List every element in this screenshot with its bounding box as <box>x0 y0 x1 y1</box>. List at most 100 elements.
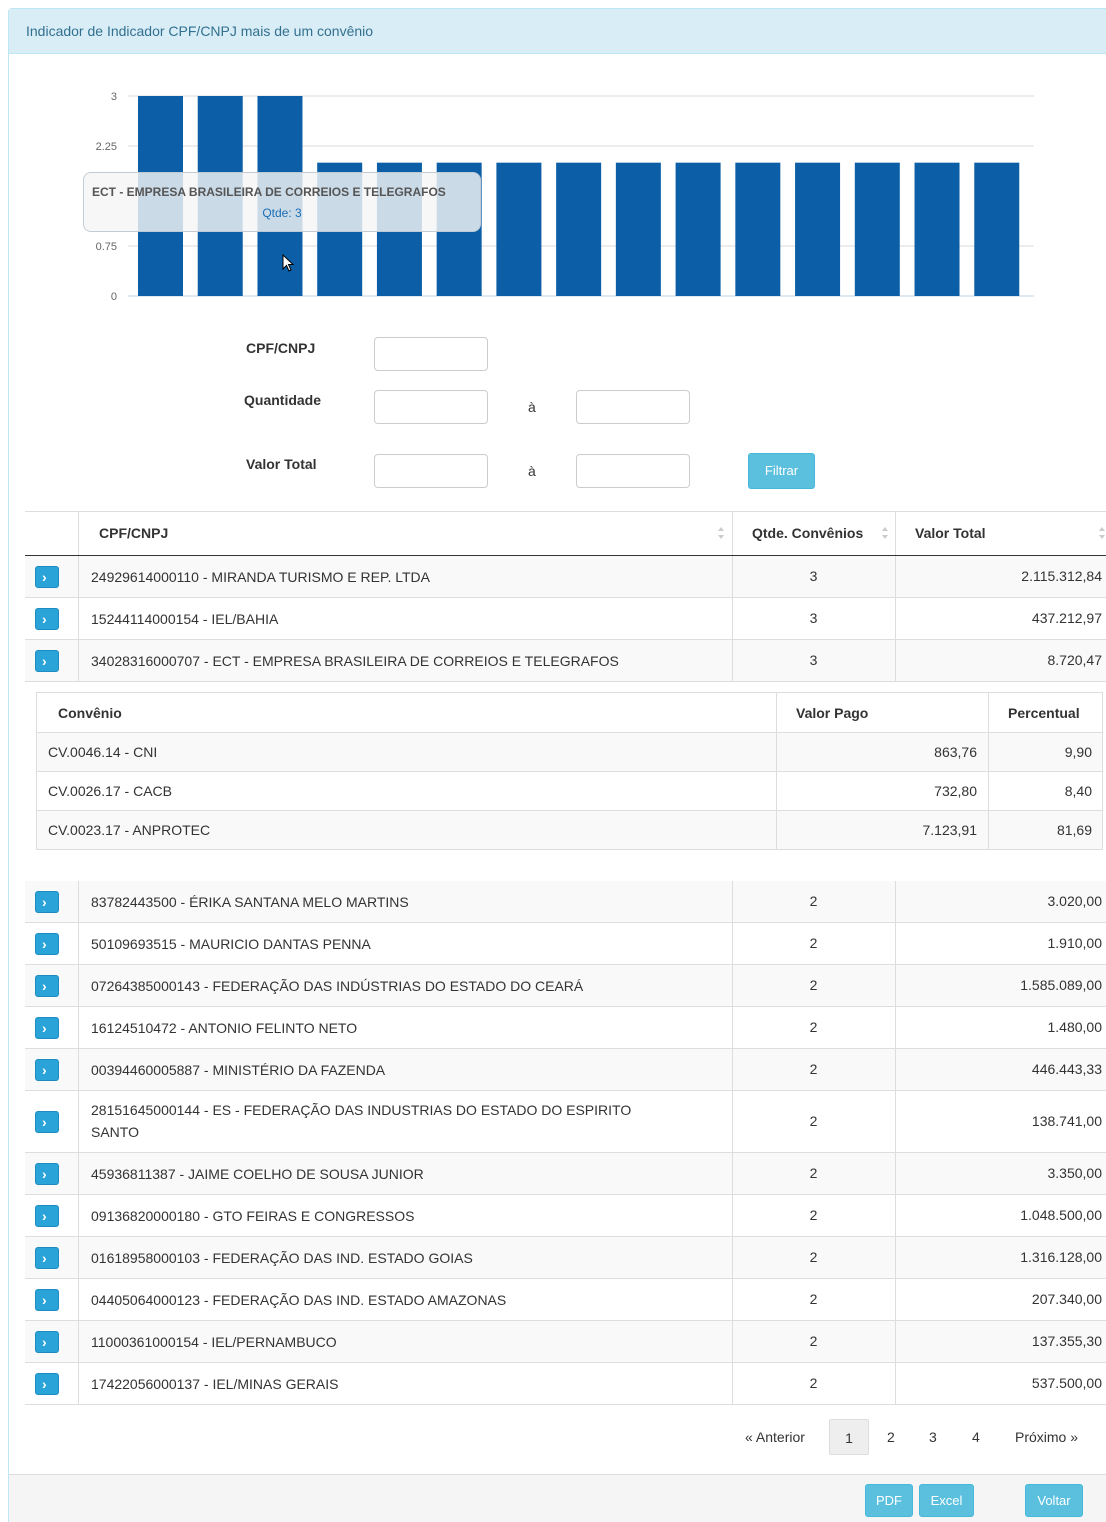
y-tick-label: 0 <box>111 291 117 303</box>
chart-tooltip: ECT - EMPRESA BRASILEIRA DE CORREIOS E T… <box>83 172 481 232</box>
row-cpf-name: 07264385000143 - FEDERAÇÃO DAS INDÚSTRIA… <box>91 978 584 994</box>
expand-row-button[interactable]: › <box>35 1163 59 1185</box>
detail-convenio: CV.0023.17 - ANPROTEC <box>48 822 211 838</box>
chart-bar[interactable] <box>795 162 841 296</box>
detail-table: Convênio Valor Pago Percentual CV.0046.1… <box>36 692 1103 850</box>
pdf-button[interactable]: PDF <box>865 1484 913 1517</box>
pagination-page-2[interactable]: 2 <box>887 1419 895 1455</box>
tooltip-title: ECT - EMPRESA BRASILEIRA DE CORREIOS E T… <box>92 185 446 199</box>
table-row: › 04405064000123 - FEDERAÇÃO DAS IND. EST… <box>25 1279 1106 1321</box>
chart-bar[interactable] <box>974 162 1020 296</box>
row-cpf-name: 83782443500 - ÉRIKA SANTANA MELO MARTINS <box>91 894 409 910</box>
tooltip-value: Qtde: 3 <box>262 206 302 220</box>
row-valor: 1.585.089,00 <box>1020 977 1102 993</box>
excel-button[interactable]: Excel <box>919 1484 974 1517</box>
row-valor: 8.720,47 <box>1047 652 1103 668</box>
row-cpf-name: 17422056000137 - IEL/MINAS GERAIS <box>91 1376 339 1392</box>
valor-min-input[interactable] <box>374 454 488 488</box>
sort-icon[interactable] <box>881 526 889 540</box>
row-cpf-name: 16124510472 - ANTONIO FELINTO NETO <box>91 1020 358 1036</box>
pagination-page-4[interactable]: 4 <box>972 1419 980 1455</box>
qtd-max-input[interactable] <box>576 390 690 424</box>
chart-bar[interactable] <box>854 162 900 296</box>
sort-icon[interactable] <box>1098 526 1106 540</box>
detail-header-convenio: Convênio <box>58 705 122 721</box>
qtd-filter-label: Quantidade <box>244 392 322 408</box>
valor-filter-label: Valor Total <box>246 456 317 472</box>
pagination-page-3[interactable]: 3 <box>929 1419 937 1455</box>
row-valor: 1.316.128,00 <box>1020 1249 1102 1265</box>
pagination-prev[interactable]: « Anterior <box>745 1419 805 1455</box>
detail-percentual: 8,40 <box>1064 783 1092 799</box>
mouse-cursor-icon <box>282 254 295 272</box>
row-qtd: 3 <box>809 610 818 626</box>
chart-bar[interactable] <box>675 162 721 296</box>
row-qtd: 2 <box>809 977 818 993</box>
row-cpf-name: 28151645000144 - ES - FEDERAÇÃO DAS INDU… <box>91 1102 632 1118</box>
table-row: › 24929614000110 - MIRANDA TURISMO E REP.… <box>25 556 1106 598</box>
table-row: › 15244114000154 - IEL/BAHIA 3 437.212,97 <box>25 598 1106 640</box>
detail-percentual: 81,69 <box>1056 822 1092 838</box>
expand-row-button[interactable]: › <box>35 1289 59 1311</box>
expand-row-button[interactable]: › <box>35 1247 59 1269</box>
chevron-right-icon: › <box>42 1020 47 1036</box>
chart-bar[interactable] <box>735 162 781 296</box>
row-valor: 1.480,00 <box>1047 1019 1103 1035</box>
row-valor: 3.350,00 <box>1047 1165 1103 1181</box>
chart-bar[interactable] <box>496 162 542 296</box>
header-cpf[interactable]: CPF/CNPJ <box>99 525 168 541</box>
expand-row-button[interactable]: › <box>35 1205 59 1227</box>
detail-convenio: CV.0026.17 - CACB <box>48 783 172 799</box>
row-valor: 446.443,33 <box>1031 1061 1102 1077</box>
chart-bar[interactable] <box>914 162 960 296</box>
detail-percentual: 9,90 <box>1064 744 1092 760</box>
header-valor[interactable]: Valor Total <box>915 525 986 541</box>
chevron-right-icon: › <box>42 569 47 585</box>
expand-row-button[interactable]: › <box>35 1373 59 1395</box>
chart-bar[interactable] <box>556 162 602 296</box>
chevron-right-icon: › <box>42 894 47 910</box>
voltar-button[interactable]: Voltar <box>1025 1484 1083 1517</box>
row-qtd: 2 <box>809 1333 818 1349</box>
expand-row-button[interactable]: › <box>35 891 59 913</box>
detail-valor-pago: 7.123,91 <box>922 822 978 838</box>
chevron-right-icon: › <box>42 1114 47 1130</box>
expand-row-button[interactable]: › <box>35 1017 59 1039</box>
table-row: › 00394460005887 - MINISTÉRIO DA FAZENDA 2… <box>25 1049 1106 1091</box>
chevron-right-icon: › <box>42 936 47 952</box>
expand-row-button[interactable]: › <box>35 975 59 997</box>
expand-row-button[interactable]: › <box>35 566 59 588</box>
chart-bar[interactable] <box>615 162 661 296</box>
row-valor: 437.212,97 <box>1031 610 1102 626</box>
row-cpf-name-cont: SANTO <box>91 1124 139 1140</box>
filter-button[interactable]: Filtrar <box>748 453 815 489</box>
table-row: › 17422056000137 - IEL/MINAS GERAIS 2 537.5… <box>25 1363 1106 1405</box>
sort-icon[interactable] <box>717 526 725 540</box>
valor-max-input[interactable] <box>576 454 690 488</box>
row-qtd: 2 <box>809 1249 818 1265</box>
expand-row-button[interactable]: › <box>35 1111 59 1133</box>
row-qtd: 2 <box>809 1113 818 1129</box>
cpf-filter-input[interactable] <box>374 337 488 371</box>
table-row: › 07264385000143 - FEDERAÇÃO DAS INDÚSTRI… <box>25 965 1106 1007</box>
chevron-right-icon: › <box>42 1376 47 1392</box>
expand-row-button[interactable]: › <box>35 1059 59 1081</box>
row-valor: 537.500,00 <box>1031 1375 1102 1391</box>
row-valor: 137.355,30 <box>1031 1333 1102 1349</box>
row-valor: 138.741,00 <box>1031 1113 1102 1129</box>
qtd-min-input[interactable] <box>374 390 488 424</box>
row-cpf-name: 45936811387 - JAIME COELHO DE SOUSA JUNI… <box>91 1166 424 1182</box>
expand-row-button[interactable]: › <box>35 933 59 955</box>
row-valor: 207.340,00 <box>1031 1291 1102 1307</box>
expand-row-button[interactable]: › <box>35 608 59 630</box>
pagination-page-1[interactable]: 1 <box>829 1419 869 1455</box>
pagination-next[interactable]: Próximo » <box>1015 1419 1078 1455</box>
header-qtd[interactable]: Qtde. Convênios <box>752 525 863 541</box>
table-row: › 11000361000154 - IEL/PERNAMBUCO 2 137.355… <box>25 1321 1106 1363</box>
table-row: › 45936811387 - JAIME COELHO DE SOUSA JUN… <box>25 1153 1106 1195</box>
table-row: › 01618958000103 - FEDERAÇÃO DAS IND. EST… <box>25 1237 1106 1279</box>
row-qtd: 3 <box>809 652 818 668</box>
expand-row-button[interactable]: › <box>35 1331 59 1353</box>
expand-row-button[interactable]: › <box>35 650 59 672</box>
row-qtd: 2 <box>809 935 818 951</box>
